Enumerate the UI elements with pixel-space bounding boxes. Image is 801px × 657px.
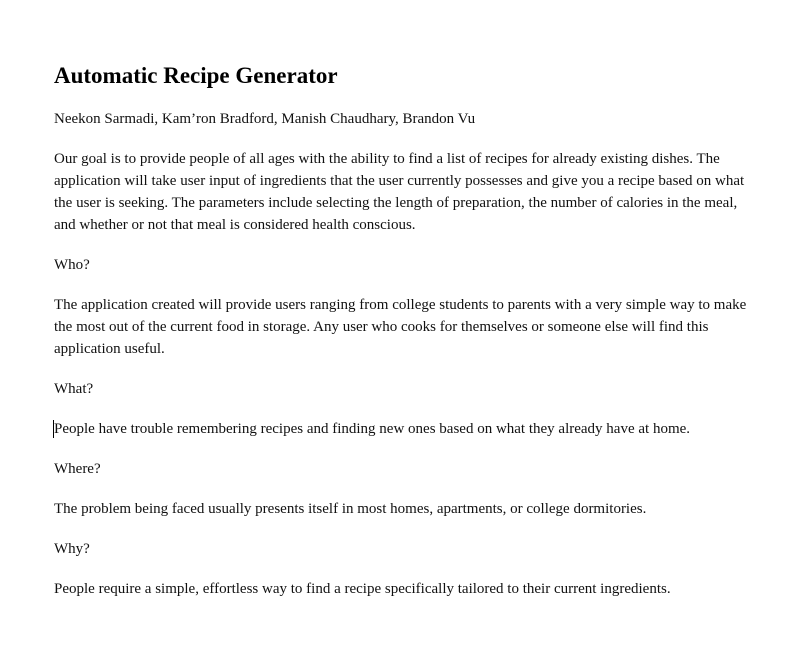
section-body-what-line[interactable]: People have trouble remembering recipes … <box>53 418 749 440</box>
section-body-who: The application created will provide use… <box>54 297 747 357</box>
section-heading-why: Why? <box>54 541 90 557</box>
section-heading-what: What? <box>54 381 94 397</box>
intro-paragraph: Our goal is to provide people of all age… <box>54 151 745 233</box>
section-body-why: People require a simple, effortless way … <box>54 581 671 597</box>
section-body-where: The problem being faced usually presents… <box>54 501 647 517</box>
section-body-what[interactable]: People have trouble remembering recipes … <box>54 418 749 440</box>
document-authors: Neekon Sarmadi, Kam’ron Bradford, Manish… <box>54 111 476 127</box>
document-content: Automatic Recipe Generator Neekon Sarmad… <box>53 60 749 600</box>
document-page: Automatic Recipe Generator Neekon Sarmad… <box>0 0 801 657</box>
section-heading-who: Who? <box>54 257 90 273</box>
section-heading-where: Where? <box>54 461 101 477</box>
text-cursor <box>53 420 54 438</box>
document-title: Automatic Recipe Generator <box>54 63 338 88</box>
